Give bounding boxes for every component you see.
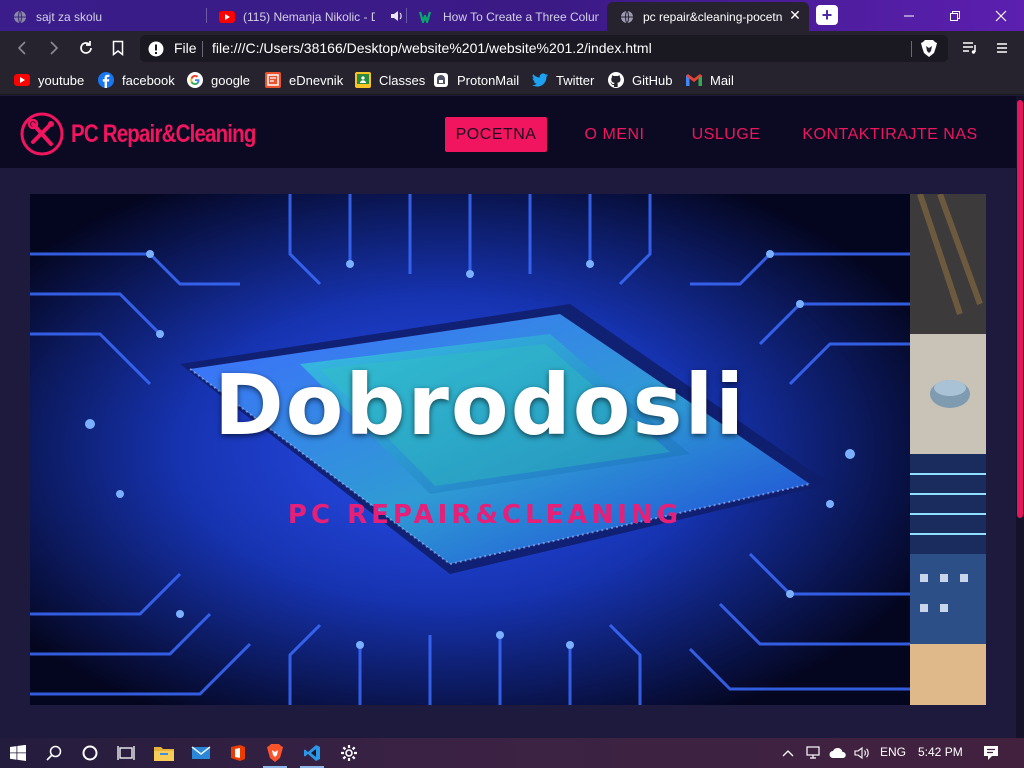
- protonmail-icon: [433, 72, 449, 88]
- nav-o-meni[interactable]: O MENI: [572, 117, 657, 152]
- info-icon[interactable]: [148, 41, 164, 57]
- url-text[interactable]: file:///C:/Users/38166/Desktop/website%2…: [212, 40, 652, 56]
- site-logo[interactable]: PC Repair&Cleaning: [19, 112, 296, 156]
- bookmarks-bar: youtube facebook google eDnevnik Classes…: [0, 65, 1024, 95]
- language-indicator[interactable]: ENG: [880, 745, 906, 759]
- next-slide-preview: [910, 194, 986, 705]
- search-icon[interactable]: [36, 738, 72, 768]
- ednevnik-icon: [265, 72, 281, 88]
- cortana-icon[interactable]: [72, 738, 108, 768]
- chevron-up-icon[interactable]: [776, 738, 800, 768]
- brave-shields-icon[interactable]: [920, 39, 938, 58]
- back-icon[interactable]: [12, 38, 32, 58]
- bookmark-mail[interactable]: Mail: [686, 71, 734, 89]
- bookmark-ednevnik[interactable]: eDnevnik: [265, 71, 343, 89]
- youtube-icon: [14, 72, 30, 88]
- playlist-icon[interactable]: [960, 38, 980, 58]
- bookmark-google[interactable]: google: [187, 71, 250, 89]
- close-window-icon[interactable]: [978, 0, 1024, 31]
- globe-icon: [619, 9, 635, 25]
- bookmark-twitter[interactable]: Twitter: [532, 71, 594, 89]
- tab-w3schools[interactable]: How To Create a Three Column: [407, 2, 607, 31]
- windows-taskbar: ENG 5:42 PM: [0, 738, 1024, 768]
- w3schools-icon: [419, 9, 435, 25]
- tools-logo-icon: [20, 112, 64, 156]
- classroom-icon: [355, 72, 371, 88]
- hero-title: Dobrodosli: [213, 356, 747, 454]
- github-icon: [608, 72, 624, 88]
- tab-label: How To Create a Three Column: [443, 9, 599, 24]
- bookmark-label: Classes: [379, 72, 426, 88]
- scrollbar-thumb[interactable]: [1017, 100, 1023, 518]
- nav-kontaktirajte-nas[interactable]: KONTAKTIRAJTE NAS: [797, 117, 983, 152]
- tab-pc-repair-active[interactable]: pc repair&cleaning-pocetn: [607, 2, 809, 31]
- tab-label: (115) Nemanja Nikolic - Dr: [243, 9, 375, 24]
- network-icon[interactable]: [802, 738, 826, 768]
- tab-youtube-video[interactable]: (115) Nemanja Nikolic - Dr: [207, 2, 383, 31]
- tab-label: pc repair&cleaning-pocetn: [643, 9, 783, 24]
- nav-usluge[interactable]: USLUGE: [683, 117, 769, 152]
- restore-icon[interactable]: [932, 0, 978, 31]
- task-view-icon[interactable]: [108, 738, 144, 768]
- file-explorer-icon[interactable]: [146, 738, 182, 768]
- bookmark-protonmail[interactable]: ProtonMail: [433, 71, 519, 89]
- bookmark-facebook[interactable]: facebook: [98, 71, 175, 89]
- bookmark-label: eDnevnik: [289, 72, 344, 88]
- logo-text: PC Repair&Cleaning: [71, 119, 256, 148]
- onedrive-icon[interactable]: [826, 738, 850, 768]
- forward-icon[interactable]: [44, 38, 64, 58]
- vscode-icon[interactable]: [294, 738, 330, 768]
- bookmark-label: facebook: [122, 72, 175, 88]
- bookmark-label: Mail: [710, 72, 734, 88]
- reload-icon[interactable]: [76, 38, 96, 58]
- speaker-icon[interactable]: [389, 9, 403, 23]
- nav-pocetna[interactable]: POCETNA: [445, 117, 547, 152]
- scheme-label: File: [174, 40, 197, 56]
- bookmark-classes[interactable]: Classes: [355, 71, 425, 89]
- bookmark-label: google: [211, 72, 251, 88]
- office-icon[interactable]: [220, 738, 256, 768]
- web-page: PC Repair&Cleaning POCETNA O MENI USLUGE…: [0, 96, 1016, 738]
- twitter-icon: [532, 72, 548, 88]
- bookmark-label: Twitter: [556, 72, 595, 88]
- tab-sajt-za-skolu[interactable]: sajt za skolu: [0, 2, 205, 31]
- bookmark-icon[interactable]: [108, 38, 128, 58]
- gmail-icon: [686, 72, 702, 88]
- facebook-icon: [98, 72, 114, 88]
- clock[interactable]: 5:42 PM: [918, 745, 963, 759]
- brave-icon[interactable]: [257, 738, 293, 768]
- globe-icon: [12, 9, 28, 25]
- notifications-icon[interactable]: [976, 738, 1006, 768]
- bookmark-youtube[interactable]: youtube: [14, 71, 84, 89]
- menu-icon[interactable]: [992, 38, 1012, 58]
- address-bar[interactable]: File file:///C:/Users/38166/Desktop/webs…: [140, 35, 948, 62]
- site-navbar: PC Repair&Cleaning POCETNA O MENI USLUGE…: [0, 96, 1016, 168]
- browser-toolbar: File file:///C:/Users/38166/Desktop/webs…: [0, 31, 1024, 65]
- volume-icon[interactable]: [850, 738, 874, 768]
- browser-tab-strip: sajt za skolu (115) Nemanja Nikolic - Dr…: [0, 0, 1024, 31]
- hero-subtitle: PC REPAIR&CLEANING: [287, 500, 683, 530]
- tab-label: sajt za skolu: [36, 9, 103, 24]
- windows-start-icon[interactable]: [0, 738, 36, 768]
- youtube-icon: [219, 9, 235, 25]
- mail-icon[interactable]: [183, 738, 219, 768]
- settings-icon[interactable]: [331, 738, 367, 768]
- minimize-icon[interactable]: [886, 0, 932, 31]
- bookmark-label: ProtonMail: [457, 72, 520, 88]
- address-divider: [202, 41, 203, 57]
- page-scrollbar[interactable]: [1016, 96, 1024, 738]
- hero-slide: Dobrodosli PC REPAIR&CLEANING: [30, 194, 910, 705]
- new-tab-button[interactable]: +: [816, 5, 838, 25]
- google-icon: [187, 72, 203, 88]
- bookmark-label: GitHub: [632, 72, 673, 88]
- bookmark-github[interactable]: GitHub: [608, 71, 672, 89]
- motherboard-image: [910, 194, 986, 705]
- address-divider: [911, 41, 912, 57]
- bookmark-label: youtube: [38, 72, 85, 88]
- close-tab-icon[interactable]: ✕: [786, 6, 804, 24]
